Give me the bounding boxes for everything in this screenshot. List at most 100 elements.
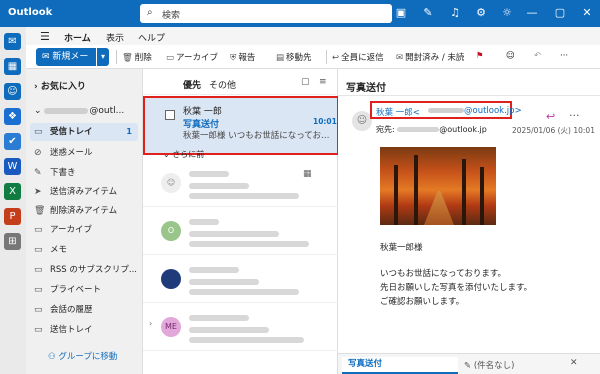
pencil-icon: ✎ — [34, 168, 42, 178]
teams-icon[interactable]: ▣ — [393, 5, 409, 21]
tab-view[interactable]: 表示 — [106, 31, 124, 44]
shield-icon: ⛨ — [230, 53, 237, 63]
delete-button[interactable]: 🗑 削除 — [122, 51, 152, 63]
groups-icon[interactable]: ❖ — [4, 108, 21, 125]
report-button[interactable]: ⛨ 報告 — [230, 51, 255, 63]
move-button[interactable]: ▤ 移動先 — [276, 51, 312, 63]
new-mail-icon: ✉ — [42, 52, 53, 62]
message-preview: 秋葉一郎様 いつもお世話になっておりま... — [183, 131, 333, 141]
lightbulb-icon[interactable]: ☼ — [499, 5, 515, 21]
email-date: 2025/01/06 (火) 10:01 — [512, 126, 595, 135]
archive-icon: ▭ — [166, 53, 175, 63]
compose-tab-untitled[interactable]: ✎ (件名なし) — [464, 359, 514, 371]
sender-avatar: ☺ — [352, 111, 372, 131]
gear-icon[interactable]: ⚙ — [473, 5, 489, 21]
search-icon: ⌕ — [147, 7, 153, 18]
group-move-link[interactable]: ⚇ グループに移動 — [48, 350, 117, 362]
folder-archive[interactable]: ▭ アーカイブ — [30, 221, 138, 239]
word-icon[interactable]: W — [4, 158, 21, 175]
flag-icon[interactable]: ⚑ — [476, 51, 484, 61]
from-field[interactable]: 秋葉 一郎< @outlook.jp> — [370, 101, 522, 119]
junk-icon: ⊘ — [34, 148, 42, 158]
chevron-right-icon[interactable]: › — [149, 319, 152, 328]
excel-icon[interactable]: X — [4, 183, 21, 200]
folder-icon: ▭ — [34, 305, 43, 315]
body-line: ご確認お願いします。 — [380, 297, 465, 307]
message-item[interactable]: ☺ ▦ — [143, 159, 339, 207]
message-item[interactable]: O — [143, 207, 339, 255]
attached-photo[interactable] — [380, 147, 496, 225]
body-line: いつもお世話になっております。 — [380, 269, 506, 279]
folder-deleted[interactable]: 🗑 削除済みアイテム — [30, 202, 138, 220]
tab-other[interactable]: その他 — [209, 78, 236, 91]
powerpoint-icon[interactable]: P — [4, 208, 21, 225]
new-mail-dropdown[interactable]: ▾ — [97, 48, 109, 66]
filter-icon[interactable]: ≡ — [319, 77, 327, 87]
reply-all-button[interactable]: ↩ 全員に返信 — [332, 51, 384, 63]
note-icon: ▭ — [34, 245, 43, 255]
new-mail-button[interactable]: ✉ 新規メール — [36, 48, 96, 80]
folder-outbox[interactable]: ▭ 送信トレイ — [30, 321, 138, 339]
more-options-icon[interactable]: ··· — [560, 51, 568, 61]
bell-icon[interactable]: ♫ — [447, 5, 463, 21]
email-title: 写真送付 — [346, 83, 386, 94]
mark-read-button[interactable]: ✉ 開封済み / 未読 — [396, 51, 464, 63]
message-sender: 秋葉 一郎 — [183, 107, 222, 117]
message-item-selected[interactable]: 秋葉 一郎 写真送付 10:01 秋葉一郎様 いつもお世話になっておりま... — [143, 96, 339, 155]
folder-rss[interactable]: ▭ RSS のサブスクリプ... — [30, 261, 138, 279]
people-icon[interactable]: ☺ — [4, 83, 21, 100]
calendar-icon: ▦ — [303, 169, 312, 179]
search-box[interactable]: ⌕ 検索 — [140, 4, 392, 23]
message-checkbox[interactable] — [165, 110, 175, 120]
group-icon: ⚇ — [48, 352, 59, 362]
folder-junk[interactable]: ⊘ 迷惑メール — [30, 144, 138, 162]
envelope-open-icon: ✉ — [396, 53, 404, 63]
reading-pane: 写真送付 ☺ 秋葉 一郎< @outlook.jp> ↩ ··· 宛先: @ou… — [338, 69, 600, 374]
message-list: 優先 その他 ▢ ≡ 秋葉 一郎 写真送付 10:01 秋葉一郎様 いつもお世話… — [142, 69, 339, 374]
message-item[interactable]: › ME — [143, 303, 339, 351]
send-icon: ➤ — [34, 187, 42, 197]
avatar: ☺ — [161, 173, 181, 193]
tab-focused[interactable]: 優先 — [183, 78, 201, 91]
folder-move-icon: ▤ — [276, 53, 285, 63]
calendar-icon[interactable]: ▦ — [4, 58, 21, 75]
undo-icon[interactable]: ↶ — [534, 51, 541, 61]
ribbon: ✉ 新規メール ▾ 🗑削除 ▭アーカイブ ⛨報告 ▤移動先 ↩全員に返信 ✉開封… — [26, 45, 600, 80]
folder-sent[interactable]: ➤ 送信済みアイテム — [30, 183, 138, 201]
select-icon[interactable]: ▢ — [301, 77, 310, 87]
people-icon[interactable]: ☺ — [506, 51, 515, 61]
folder-history[interactable]: ▭ 会話の履歴 — [30, 301, 138, 319]
folder-inbox[interactable]: ▭ 受信トレイ 1 — [30, 123, 138, 141]
archive-button[interactable]: ▭ アーカイブ — [166, 51, 218, 63]
more-icon[interactable]: ··· — [569, 109, 580, 122]
todo-icon[interactable]: ✔ — [4, 133, 21, 150]
close-button[interactable]: ✕ — [577, 5, 597, 21]
close-icon[interactable]: ✕ — [570, 358, 578, 368]
favorites-header[interactable]: › お気に入り — [34, 79, 86, 92]
folder-icon: ▭ — [34, 285, 43, 295]
folder-private[interactable]: ▭ プライベート — [30, 281, 138, 299]
trash-icon: 🗑 — [34, 206, 46, 216]
folder-notes[interactable]: ▭ メモ — [30, 241, 138, 259]
reply-icon[interactable]: ↩ — [546, 110, 555, 123]
folder-pane: › お気に入り ⌄ @outl... ▭ 受信トレイ 1 ⊘ 迷惑メール ✎ 下書き ➤… — [26, 69, 142, 374]
tab-help[interactable]: ヘルプ — [138, 31, 165, 44]
avatar: O — [161, 221, 181, 241]
search-placeholder: 検索 — [162, 11, 181, 21]
app-name: Outlook — [8, 7, 53, 18]
minimize-button[interactable]: — — [522, 5, 542, 21]
message-time: 10:01 — [313, 117, 337, 126]
hamburger-icon[interactable]: ☰ — [40, 30, 50, 43]
body-line: 秋葉一郎様 — [380, 243, 423, 253]
restore-button[interactable]: ▢ — [550, 5, 570, 21]
folder-drafts[interactable]: ✎ 下書き — [30, 164, 138, 182]
compose-tab-photo[interactable]: 写真送付 — [342, 357, 458, 374]
message-item[interactable] — [143, 255, 339, 303]
note-icon[interactable]: ✎ — [420, 5, 436, 21]
apps-icon[interactable]: ⊞ — [4, 233, 21, 250]
menu-bar: ☰ ホーム 表示 ヘルプ — [26, 27, 600, 47]
mail-icon[interactable]: ✉ — [4, 33, 21, 50]
from-name: 秋葉 一郎< — [376, 108, 420, 118]
avatar: ME — [161, 317, 181, 337]
account-header[interactable]: ⌄ @outl... — [34, 106, 124, 116]
